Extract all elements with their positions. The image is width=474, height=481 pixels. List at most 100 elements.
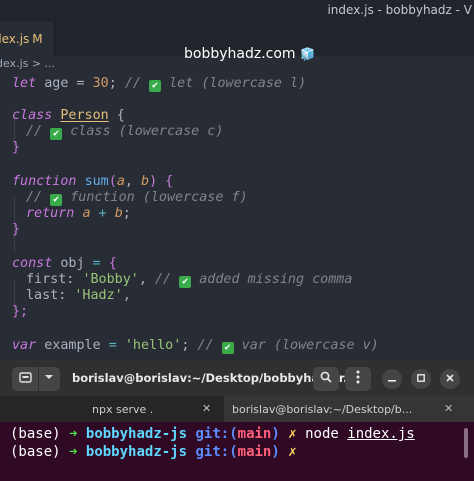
- check-mark-icon: ✔: [179, 276, 192, 288]
- punctuation: ,: [122, 288, 131, 303]
- operator: =: [92, 256, 101, 271]
- prompt-git-end: ): [271, 426, 280, 442]
- operator: =: [108, 338, 117, 353]
- comment: // ✔ added missing comma: [155, 272, 353, 288]
- banner-text: bobbyhadz.com: [184, 46, 296, 62]
- parameter: b: [114, 206, 123, 221]
- terminal-tab-bar: npx serve . ✕ borislav@borislav:~/Deskto…: [0, 396, 474, 422]
- parameter: a: [82, 206, 91, 221]
- chevron-down-icon[interactable]: [44, 372, 54, 385]
- terminal-tab-label: npx serve .: [92, 403, 154, 416]
- prompt-arrow-icon: ➜: [69, 444, 78, 460]
- dirty-mark-icon: ✗: [288, 444, 297, 460]
- punctuation: ;: [181, 338, 198, 353]
- string-literal: 'Hadz': [74, 288, 123, 303]
- keyword: class: [12, 108, 53, 123]
- minimize-button[interactable]: [382, 369, 402, 389]
- check-mark-icon: ✔: [149, 80, 162, 92]
- command-argument[interactable]: index.js: [347, 426, 414, 442]
- comment-prefix: //: [155, 272, 180, 287]
- button-divider: [38, 367, 39, 391]
- prompt-git: git:(: [195, 444, 238, 460]
- comment-text: class (lowercase c): [62, 124, 224, 139]
- close-icon[interactable]: ✕: [444, 402, 453, 415]
- breadcrumb[interactable]: dex.js > ...: [0, 57, 55, 70]
- modified-indicator: M: [32, 32, 43, 46]
- close-icon[interactable]: [446, 372, 454, 385]
- prompt-git: git:(: [195, 426, 238, 442]
- comment: // ✔ class (lowercase c): [26, 124, 224, 140]
- punctuation: (: [108, 174, 117, 189]
- operator: +: [90, 206, 115, 221]
- maximize-button[interactable]: [411, 369, 431, 389]
- comment-prefix: //: [197, 338, 222, 353]
- ice-cube-icon: 🧊: [300, 47, 315, 61]
- keyword: const: [12, 256, 53, 271]
- terminal-tab-borislav[interactable]: borislav@borislav:~/Desktop/b... ✕: [224, 396, 474, 422]
- minimize-icon[interactable]: [388, 372, 396, 385]
- comment-prefix: //: [26, 190, 51, 205]
- comment: // ✔ function (lowercase f): [26, 190, 248, 206]
- punctuation: }: [12, 140, 21, 155]
- check-mark-icon: ✔: [221, 342, 234, 354]
- punctuation: ;: [108, 76, 117, 91]
- keyword: function: [12, 174, 77, 189]
- terminal-tab-npx-serve[interactable]: npx serve . ✕: [0, 396, 224, 422]
- site-banner: bobbyhadz.com 🧊: [184, 46, 315, 62]
- check-mark-icon: ✔: [50, 128, 63, 140]
- keyword: let: [12, 76, 37, 91]
- close-icon[interactable]: ✕: [202, 402, 211, 415]
- editor-tab-label: dex.js: [0, 32, 30, 46]
- editor-title-bar: index.js - bobbyhadz - V: [0, 0, 474, 22]
- prompt-git-end: ): [271, 444, 280, 460]
- punctuation: {: [108, 108, 125, 123]
- menu-button[interactable]: [345, 367, 371, 391]
- close-button[interactable]: [440, 369, 460, 389]
- search-icon[interactable]: [320, 371, 332, 386]
- command: node: [305, 426, 339, 442]
- editor-tab-title: dex.jsM: [0, 32, 43, 46]
- class-name: Person: [60, 108, 109, 123]
- terminal-line: (base) ➜ bobbyhadz-js git:(main) ✗: [10, 442, 297, 462]
- punctuation: ,: [138, 272, 155, 287]
- prompt-directory: bobbyhadz-js: [85, 444, 188, 460]
- kebab-menu-icon[interactable]: [356, 370, 360, 386]
- code-editor-window: index.js - bobbyhadz - V dex.jsM bobbyha…: [0, 0, 474, 360]
- code-line-9: return a + b;: [26, 204, 131, 224]
- terminal-tab-label: borislav@borislav:~/Desktop/b...: [232, 403, 413, 416]
- punctuation: }: [12, 222, 21, 237]
- code-line-14: last: 'Hadz',: [26, 286, 131, 306]
- punctuation: ,: [124, 174, 141, 189]
- punctuation: };: [12, 304, 29, 319]
- parameter: a: [116, 174, 125, 189]
- prompt-branch: main: [237, 426, 272, 442]
- comment-text: added missing comma: [191, 272, 353, 287]
- code-line-4: // ✔ class (lowercase c): [26, 122, 223, 142]
- punctuation: ;: [122, 206, 131, 221]
- editor-tab-bar: dex.jsM bobbyhadz.com 🧊: [0, 22, 474, 62]
- conda-env: (base): [10, 426, 70, 442]
- maximize-icon[interactable]: [417, 372, 425, 385]
- comment-text: var (lowercase v): [233, 338, 379, 353]
- string-literal: 'hello': [124, 338, 182, 353]
- prompt-branch: main: [237, 444, 272, 460]
- number-literal: 30: [92, 76, 109, 91]
- comment-prefix: //: [116, 76, 150, 91]
- editor-tab-index-js[interactable]: dex.jsM: [0, 22, 55, 56]
- new-tab-icon[interactable]: [19, 371, 32, 388]
- prompt-arrow-icon: ➜: [69, 426, 78, 442]
- comment-prefix: //: [26, 124, 51, 139]
- punctuation: {: [100, 256, 117, 271]
- comment-text: let (lowercase l): [161, 76, 307, 91]
- new-tab-button[interactable]: [12, 367, 60, 391]
- keyword: return: [26, 206, 75, 221]
- identifier: example: [36, 338, 109, 353]
- code-line-5: }: [12, 138, 20, 158]
- terminal-output[interactable]: (base) ➜ bobbyhadz-js git:(main) ✗ node …: [0, 422, 474, 481]
- prompt-directory: bobbyhadz-js: [85, 426, 188, 442]
- search-button[interactable]: [313, 367, 339, 391]
- code-line-1: let age = 30; // ✔ let (lowercase l): [12, 74, 306, 94]
- terminal-scrollbar[interactable]: [464, 428, 468, 458]
- comment: // ✔ var (lowercase v): [197, 338, 379, 354]
